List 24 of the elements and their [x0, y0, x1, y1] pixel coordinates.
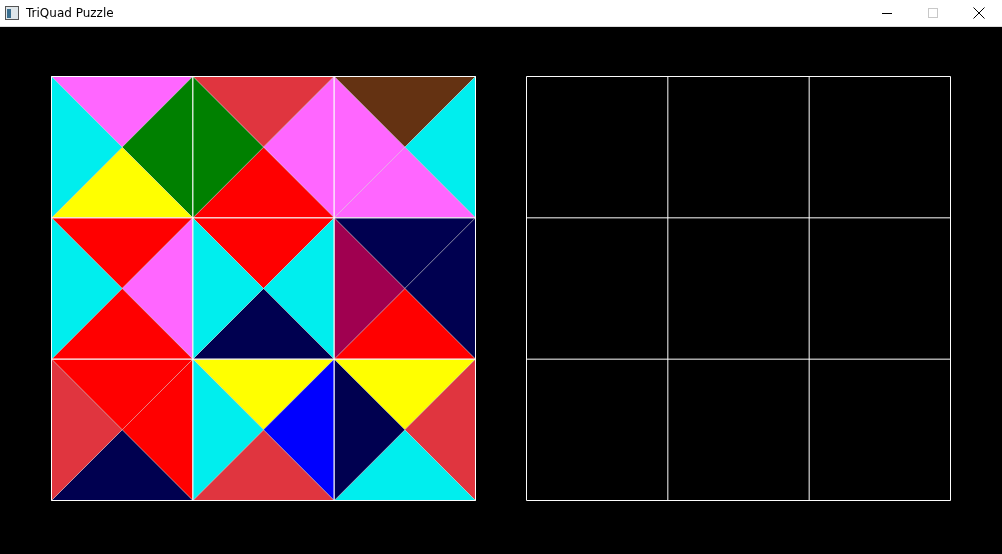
maximize-icon [928, 8, 938, 18]
app-icon [5, 6, 19, 20]
triangle-piece[interactable] [192, 358, 335, 431]
close-icon [973, 7, 985, 19]
triangle-piece[interactable] [263, 217, 335, 360]
triangle-piece[interactable] [404, 76, 476, 219]
triangle-piece[interactable] [192, 429, 335, 501]
triangle-piece[interactable] [333, 217, 406, 360]
triangle-piece[interactable] [333, 76, 476, 148]
triangle-piece[interactable] [333, 217, 476, 289]
triangle-piece[interactable] [192, 288, 335, 360]
window-title: TriQuad Puzzle [26, 6, 114, 20]
triangle-piece[interactable] [404, 217, 476, 360]
triangle-piece[interactable] [333, 358, 406, 501]
triangle-piece[interactable] [333, 429, 476, 501]
empty-grid[interactable] [526, 76, 951, 501]
triangle-piece[interactable] [263, 358, 335, 501]
triangle-piece[interactable] [51, 358, 123, 501]
triangle-piece[interactable] [333, 358, 476, 431]
triangle-piece[interactable] [121, 358, 194, 501]
triangle-piece[interactable] [192, 217, 264, 360]
triangle-piece[interactable] [51, 429, 194, 501]
triangle-piece[interactable] [333, 76, 406, 219]
triangle-piece[interactable] [333, 288, 476, 360]
